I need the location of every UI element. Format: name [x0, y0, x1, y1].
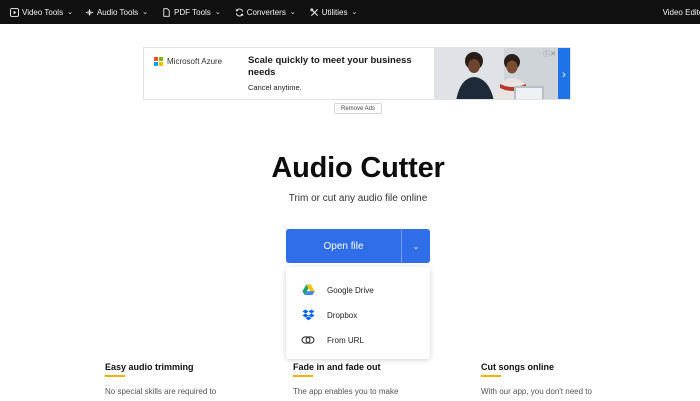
ad-brand-name: Microsoft Azure	[167, 57, 223, 66]
nav-converters-label: Converters	[246, 7, 286, 17]
feature-text: The app enables you to make	[293, 387, 399, 396]
document-icon	[162, 7, 171, 17]
menu-item-label: Google Drive	[327, 285, 374, 295]
feature-title: Cut songs online	[481, 362, 554, 372]
nav-utilities[interactable]: Utilities ⌄	[310, 7, 358, 17]
feature-easy-trimming: Easy audio trimming No special skills ar…	[105, 362, 216, 396]
feature-accent-rule	[293, 375, 313, 377]
chevron-down-icon: ⌄	[412, 241, 420, 251]
open-file-button[interactable]: Open file	[286, 229, 401, 263]
menu-item-dropbox[interactable]: Dropbox	[286, 305, 430, 325]
link-icon	[301, 333, 315, 347]
google-drive-icon	[301, 283, 315, 297]
feature-cut-songs: Cut songs online With our app, you don't…	[481, 362, 592, 396]
chevron-down-icon: ⌄	[289, 9, 296, 16]
tools-icon	[310, 7, 319, 17]
convert-icon	[235, 8, 244, 17]
chevron-down-icon: ⌄	[67, 9, 73, 16]
page-title: Audio Cutter	[271, 152, 445, 184]
feature-fade: Fade in and fade out The app enables you…	[293, 362, 398, 396]
remove-ads-button[interactable]: Remove Ads	[334, 103, 382, 114]
feature-accent-rule	[481, 375, 501, 377]
page-subtitle: Trim or cut any audio file online	[288, 193, 428, 204]
microsoft-logo-icon	[154, 57, 163, 66]
feature-title: Easy audio trimming	[105, 362, 194, 372]
nav-converters[interactable]: Converters ⌄	[235, 8, 296, 17]
feature-text: With our app, you don't need to	[481, 387, 592, 396]
nav-video-editor-label: Video Editor	[662, 7, 700, 17]
dropbox-icon	[301, 308, 315, 322]
nav-video-editor[interactable]: Video Editor	[663, 0, 700, 24]
chevron-down-icon: ⌄	[214, 9, 221, 16]
nav-video-tools[interactable]: Video Tools ⌄	[10, 8, 73, 17]
menu-item-google-drive[interactable]: Google Drive	[286, 280, 430, 300]
feature-accent-rule	[105, 375, 125, 377]
open-file-button-group: Open file ⌄	[286, 229, 430, 263]
chevron-down-icon: ⌄	[142, 9, 149, 16]
nav-utilities-label: Utilities	[321, 7, 348, 17]
feature-title: Fade in and fade out	[293, 362, 381, 372]
ad-subtext: Cancel anytime.	[248, 83, 302, 92]
nav-audio-tools-label: Audio Tools	[96, 7, 139, 17]
ad-brand: Microsoft Azure	[154, 57, 222, 66]
play-icon	[10, 7, 19, 17]
ad-close-icon[interactable]: ⓘ✕	[543, 49, 556, 59]
menu-item-label: Dropbox	[327, 310, 358, 320]
ad-next-arrow-icon[interactable]: ›	[558, 48, 570, 99]
open-file-dropdown-menu: Google Drive Dropbox From URL	[286, 267, 430, 359]
nav-pdf-tools[interactable]: PDF Tools ⌄	[162, 8, 221, 17]
audio-wave-icon	[85, 8, 94, 17]
top-nav: Video Tools ⌄ Audio Tools ⌄ PDF Tools ⌄ …	[0, 0, 700, 24]
menu-item-from-url[interactable]: From URL	[286, 330, 430, 350]
nav-video-tools-label: Video Tools	[22, 7, 64, 17]
feature-text: No special skills are required to	[105, 387, 217, 396]
open-file-dropdown-toggle[interactable]: ⌄	[402, 229, 430, 263]
menu-item-label: From URL	[327, 335, 364, 345]
chevron-down-icon: ⌄	[351, 9, 358, 16]
ad-photo	[434, 48, 560, 99]
nav-pdf-tools-label: PDF Tools	[174, 7, 211, 17]
ad-headline: Scale quickly to meet your business need…	[248, 55, 412, 78]
advertisement-banner[interactable]: Microsoft Azure Scale quickly to meet yo…	[143, 47, 571, 100]
nav-audio-tools[interactable]: Audio Tools ⌄	[85, 8, 148, 17]
